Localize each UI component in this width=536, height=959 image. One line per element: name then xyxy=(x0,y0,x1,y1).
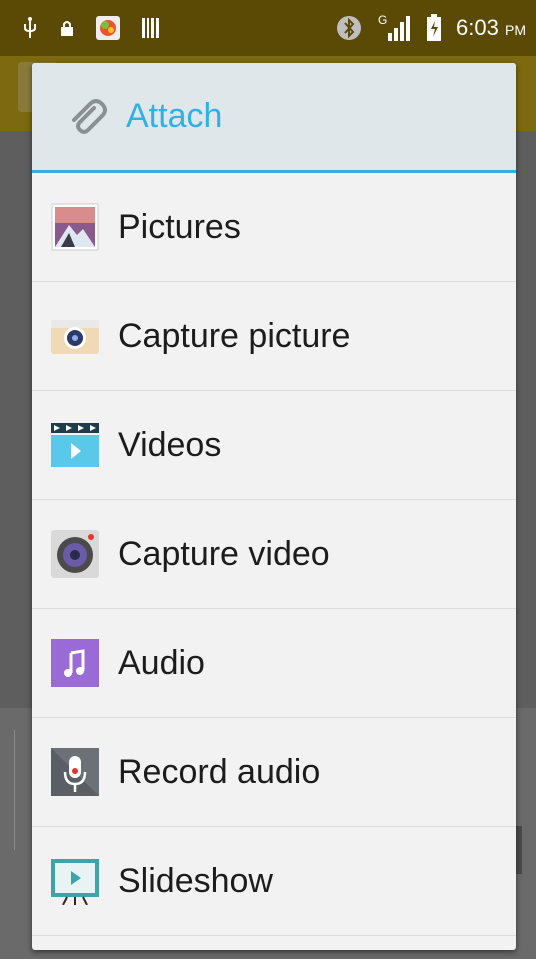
microphone-icon xyxy=(50,747,100,797)
attach-item-videos[interactable]: Videos xyxy=(32,391,516,500)
camera-icon xyxy=(50,311,100,361)
network-type: G xyxy=(378,13,387,27)
slideshow-icon xyxy=(50,856,100,906)
bluetooth-icon xyxy=(336,15,362,41)
video-icon xyxy=(50,420,100,470)
background-text-field xyxy=(14,730,25,850)
clock-time: 6:03 xyxy=(456,15,499,40)
attach-item-label: Pictures xyxy=(118,207,241,246)
clock: 6:03 PM xyxy=(456,15,526,41)
attach-item-label: Capture picture xyxy=(118,316,351,355)
video-camera-icon xyxy=(50,529,100,579)
attach-item-record-audio[interactable]: Record audio xyxy=(32,718,516,827)
attach-item-label: Audio xyxy=(118,643,205,682)
lock-icon xyxy=(60,19,74,37)
attach-item-label: Record audio xyxy=(118,752,321,791)
app-icon xyxy=(96,16,120,40)
dialog-title: Attach xyxy=(126,97,223,135)
attach-item-audio[interactable]: Audio xyxy=(32,609,516,718)
paperclip-icon xyxy=(62,92,112,142)
music-note-icon xyxy=(50,638,100,688)
battery-icon xyxy=(426,14,442,42)
dialog-header: Attach xyxy=(32,63,516,173)
clock-ampm: PM xyxy=(505,22,526,38)
attach-item-capture-video[interactable]: Capture video xyxy=(32,500,516,609)
attach-item-slideshow[interactable]: Slideshow xyxy=(32,827,516,936)
barcode-icon xyxy=(142,18,160,38)
attach-options-list: Pictures Capture picture Videos Capture … xyxy=(32,173,516,936)
signal-icon: G xyxy=(376,13,412,43)
attach-dialog: Attach Pictures Capture picture Videos C… xyxy=(32,63,516,950)
attach-item-label: Slideshow xyxy=(118,861,273,900)
attach-item-label: Capture video xyxy=(118,534,330,573)
usb-icon xyxy=(22,17,38,39)
attach-item-pictures[interactable]: Pictures xyxy=(32,173,516,282)
pictures-icon xyxy=(50,202,100,252)
attach-item-label: Videos xyxy=(118,425,222,464)
status-bar: G 6:03 PM xyxy=(0,0,536,56)
attach-item-capture-picture[interactable]: Capture picture xyxy=(32,282,516,391)
